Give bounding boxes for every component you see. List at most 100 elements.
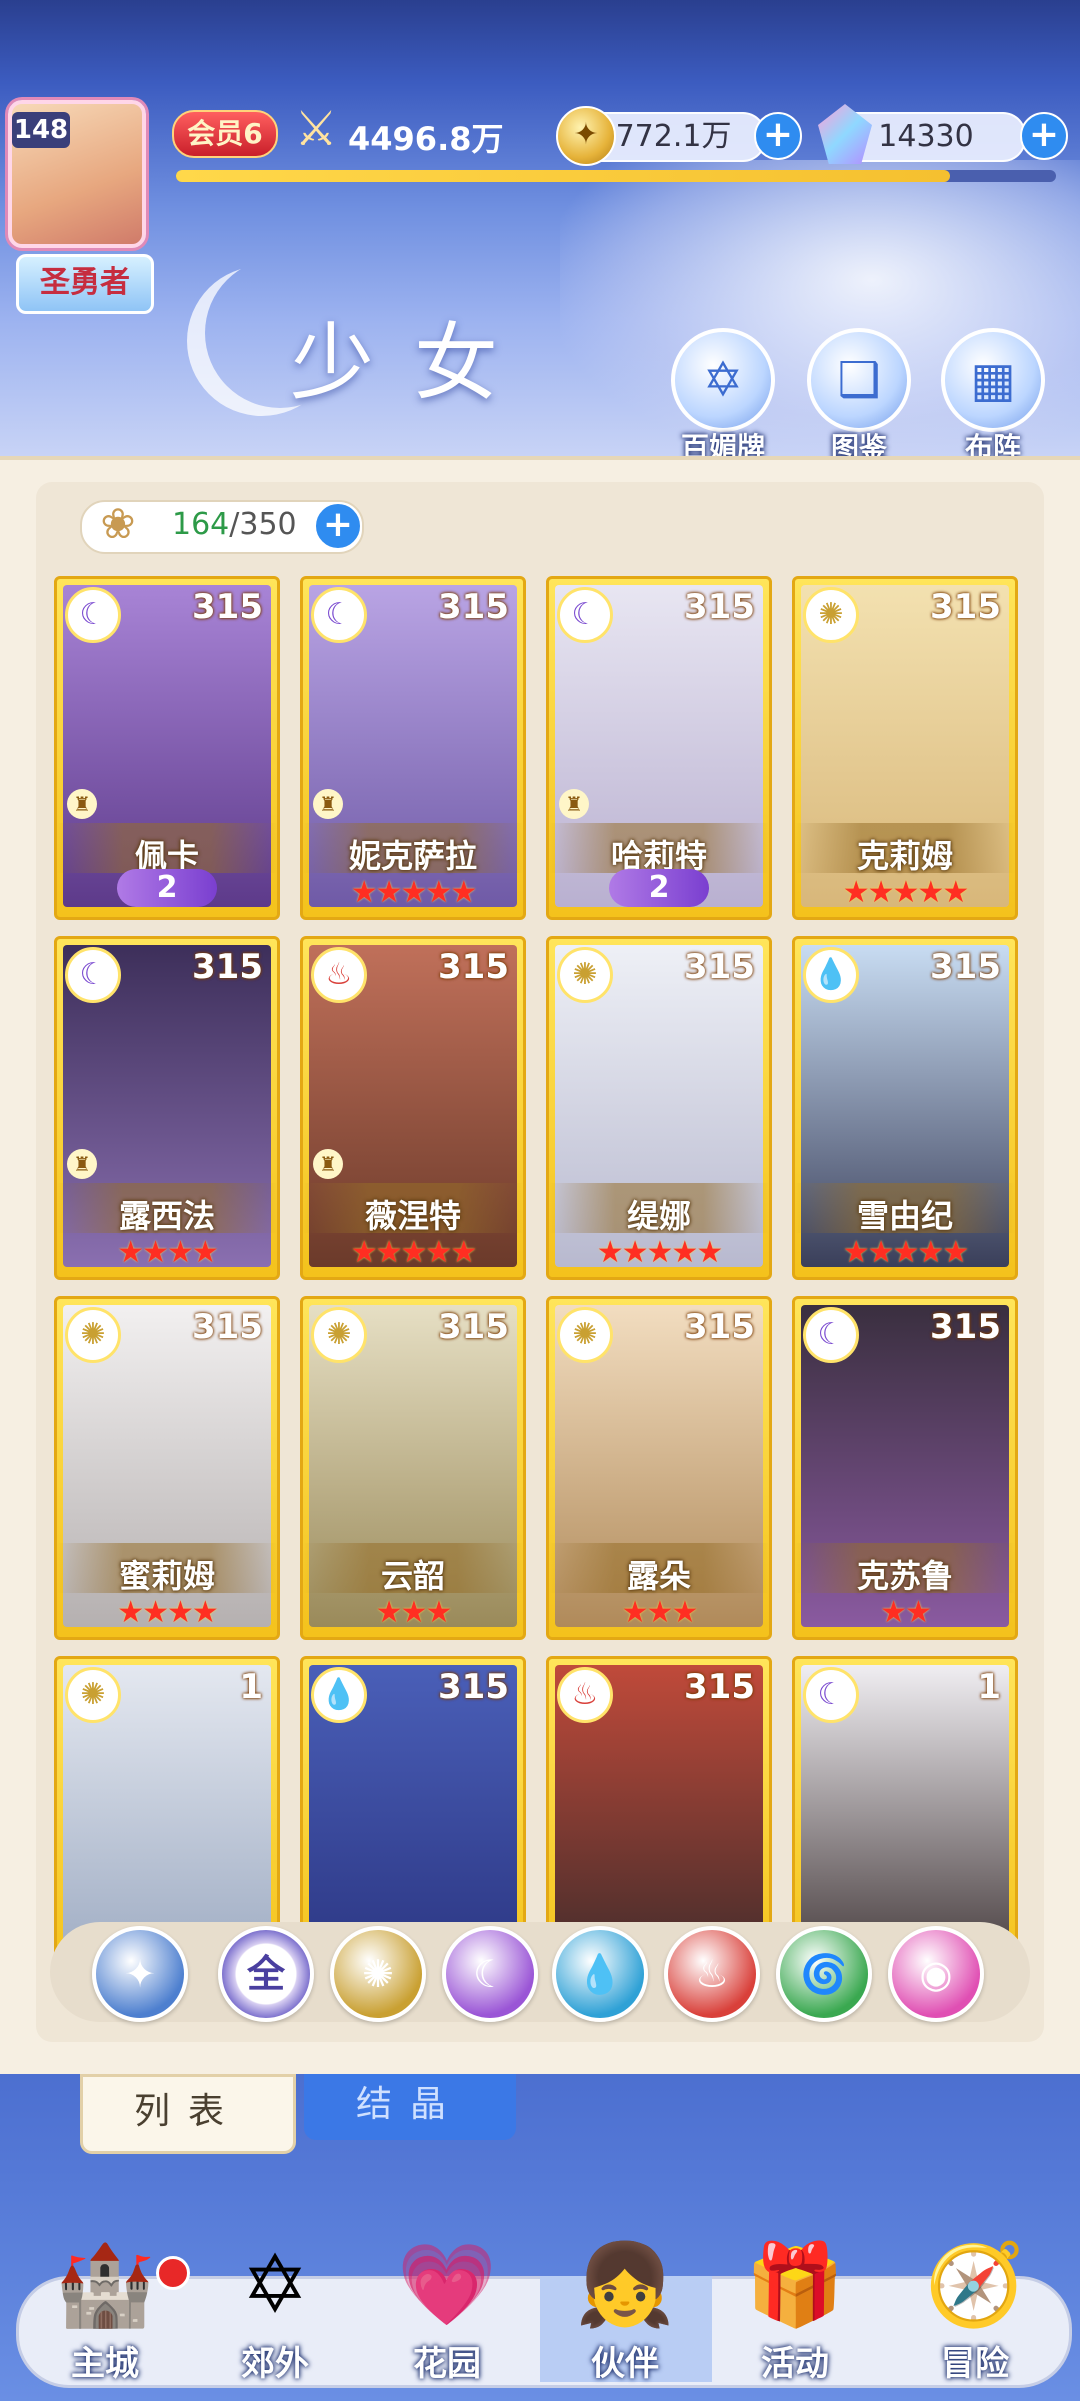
roster-current: 164 — [172, 507, 230, 542]
partner-level: 315 — [930, 947, 1001, 987]
add-gem-button[interactable]: + — [1020, 112, 1068, 160]
card-button[interactable]: ✡ 百媚牌 — [668, 328, 778, 468]
partner-card[interactable]: ♨ 315 ♜ 薇涅特 ★★★★★ — [300, 936, 526, 1280]
class-icon: ♜ — [559, 789, 589, 819]
partner-name: 露西法 — [118, 1197, 215, 1235]
partner-name: 露朵 — [626, 1557, 691, 1595]
heart-icon: 💗 — [397, 2238, 497, 2331]
partner-level: 315 — [930, 587, 1001, 627]
gem-value: 14330 — [878, 119, 974, 154]
nav-castle[interactable]: 🏰 主城 — [30, 2230, 180, 2390]
exp-bar-fill — [176, 170, 951, 182]
class-icon: ♜ — [67, 1149, 97, 1179]
all-filter-label: 全 — [246, 1952, 285, 1996]
partner-card[interactable]: ✺ 315 缇娜 ★★★★★ — [546, 936, 772, 1280]
partner-level: 315 — [438, 1667, 509, 1707]
partner-level: 1 — [239, 1667, 263, 1707]
element-filter-bar — [50, 1922, 1030, 2022]
nav-label: 郊外 — [241, 2344, 309, 2384]
gold-coin-icon: ✦ — [556, 106, 616, 166]
star-filter-icon: ◉ — [919, 1952, 953, 1996]
grid-icon: ▦ — [941, 328, 1045, 432]
expand-roster-button[interactable]: + — [314, 502, 362, 550]
gold-value: 7772.1万 — [596, 119, 732, 154]
partner-icon: 👧 — [575, 2238, 675, 2331]
fire-filter-button[interactable]: ♨ — [664, 1926, 760, 2022]
sun-filter-button[interactable]: ✺ — [330, 1926, 426, 2022]
partner-name: 克苏鲁 — [856, 1557, 953, 1595]
gift-icon: 🎁 — [745, 2238, 845, 2331]
star-rating: ★★★ — [375, 1595, 453, 1630]
partner-level: 315 — [684, 1667, 755, 1707]
partner-level: 1 — [977, 1667, 1001, 1707]
power-icon: ⚔ — [294, 101, 338, 157]
sun-element-icon: ✺ — [65, 1307, 121, 1363]
partner-card[interactable]: ☾ 315 ♜ 露西法 ★★★★ — [54, 936, 280, 1280]
sun-filter-icon: ✺ — [362, 1952, 394, 1996]
nav-portal[interactable]: ✡ 郊外 — [200, 2230, 350, 2390]
nav-heart[interactable]: 💗 花园 — [372, 2230, 522, 2390]
nav-compass[interactable]: 🧭 冒险 — [900, 2230, 1050, 2390]
sun-element-icon: ✺ — [65, 1667, 121, 1723]
roster-separator: / — [229, 507, 240, 542]
roster-max: 350 — [239, 507, 297, 542]
notification-dot — [156, 2256, 190, 2290]
partner-name: 云韶 — [380, 1557, 445, 1595]
class-icon: ♜ — [313, 789, 343, 819]
partner-name: 妮克萨拉 — [348, 837, 477, 875]
partner-name: 缇娜 — [626, 1197, 691, 1235]
wind-filter-button[interactable]: 🌀 — [776, 1926, 872, 2022]
partner-name: 雪由纪 — [856, 1197, 953, 1235]
portal-icon: ✡ — [241, 2238, 309, 2331]
fire-filter-icon: ♨ — [694, 1952, 730, 1996]
partner-level: 315 — [438, 947, 509, 987]
add-gold-button[interactable]: + — [754, 112, 802, 160]
fire-element-icon: ♨ — [311, 947, 367, 1003]
class-icon: ♜ — [67, 789, 97, 819]
player-level: 148 — [12, 112, 70, 148]
moon-filter-icon: ☾ — [472, 1952, 508, 1996]
codex-button[interactable]: ❑ 图鉴 — [804, 328, 914, 468]
partner-card[interactable]: ☾ 315 克苏鲁 ★★ — [792, 1296, 1018, 1640]
nav-label: 冒险 — [941, 2344, 1009, 2384]
partner-card[interactable]: ✺ 315 蜜莉姆 ★★★★ — [54, 1296, 280, 1640]
moon-filter-button[interactable]: ☾ — [442, 1926, 538, 2022]
power-value: 4496.8万 — [348, 120, 504, 158]
player-title-badge[interactable]: 圣勇者 — [16, 254, 154, 314]
tab-crystal[interactable]: 结晶 — [304, 2074, 516, 2140]
star-rating: ★★★★★ — [350, 875, 477, 910]
wind-filter-icon: 🌀 — [800, 1952, 848, 1996]
star-rating: ★★★★★ — [842, 875, 969, 910]
partner-card[interactable]: ☾ 315 ♜ 哈莉特 2 — [546, 576, 772, 920]
moon-element-icon: ☾ — [65, 947, 121, 1003]
partner-card[interactable]: 💧 315 雪由纪 ★★★★★ — [792, 936, 1018, 1280]
partner-card[interactable]: ☾ 315 ♜ 佩卡 2 — [54, 576, 280, 920]
partner-card[interactable]: ✺ 315 云韶 ★★★ — [300, 1296, 526, 1640]
nav-partner[interactable]: 👧 伙伴 — [550, 2230, 700, 2390]
class-filter-button[interactable]: ✦ — [92, 1926, 188, 2022]
tab-list[interactable]: 列表 — [80, 2074, 296, 2154]
nav-label: 伙伴 — [591, 2344, 659, 2384]
partner-card[interactable]: ☾ 315 ♜ 妮克萨拉 ★★★★★ — [300, 576, 526, 920]
roster-count-text: 164/350 — [172, 507, 297, 542]
awaken-badge: 2 — [117, 869, 217, 907]
partner-card[interactable]: ✺ 315 露朵 ★★★ — [546, 1296, 772, 1640]
sun-element-icon: ✺ — [557, 1307, 613, 1363]
fire-element-icon: ♨ — [557, 1667, 613, 1723]
all-filter-button[interactable]: 全 — [218, 1926, 314, 2022]
nav-label: 花园 — [413, 2344, 481, 2384]
star-filter-button[interactable]: ◉ — [888, 1926, 984, 2022]
nav-gift[interactable]: 🎁 活动 — [720, 2230, 870, 2390]
sun-element-icon: ✺ — [557, 947, 613, 1003]
water-filter-button[interactable]: 💧 — [552, 1926, 648, 2022]
moon-element-icon: ☾ — [557, 587, 613, 643]
nav-label: 活动 — [761, 2344, 829, 2384]
water-element-icon: 💧 — [803, 947, 859, 1003]
awaken-badge: 2 — [609, 869, 709, 907]
castle-icon: 🏰 — [55, 2238, 155, 2331]
formation-button[interactable]: ▦ 布阵 — [938, 328, 1048, 468]
vip-badge[interactable]: 会员6 — [172, 110, 278, 158]
compass-icon: 🧭 — [925, 2238, 1025, 2331]
partner-card[interactable]: ✺ 315 克莉姆 ★★★★★ — [792, 576, 1018, 920]
partner-level: 315 — [438, 1307, 509, 1347]
